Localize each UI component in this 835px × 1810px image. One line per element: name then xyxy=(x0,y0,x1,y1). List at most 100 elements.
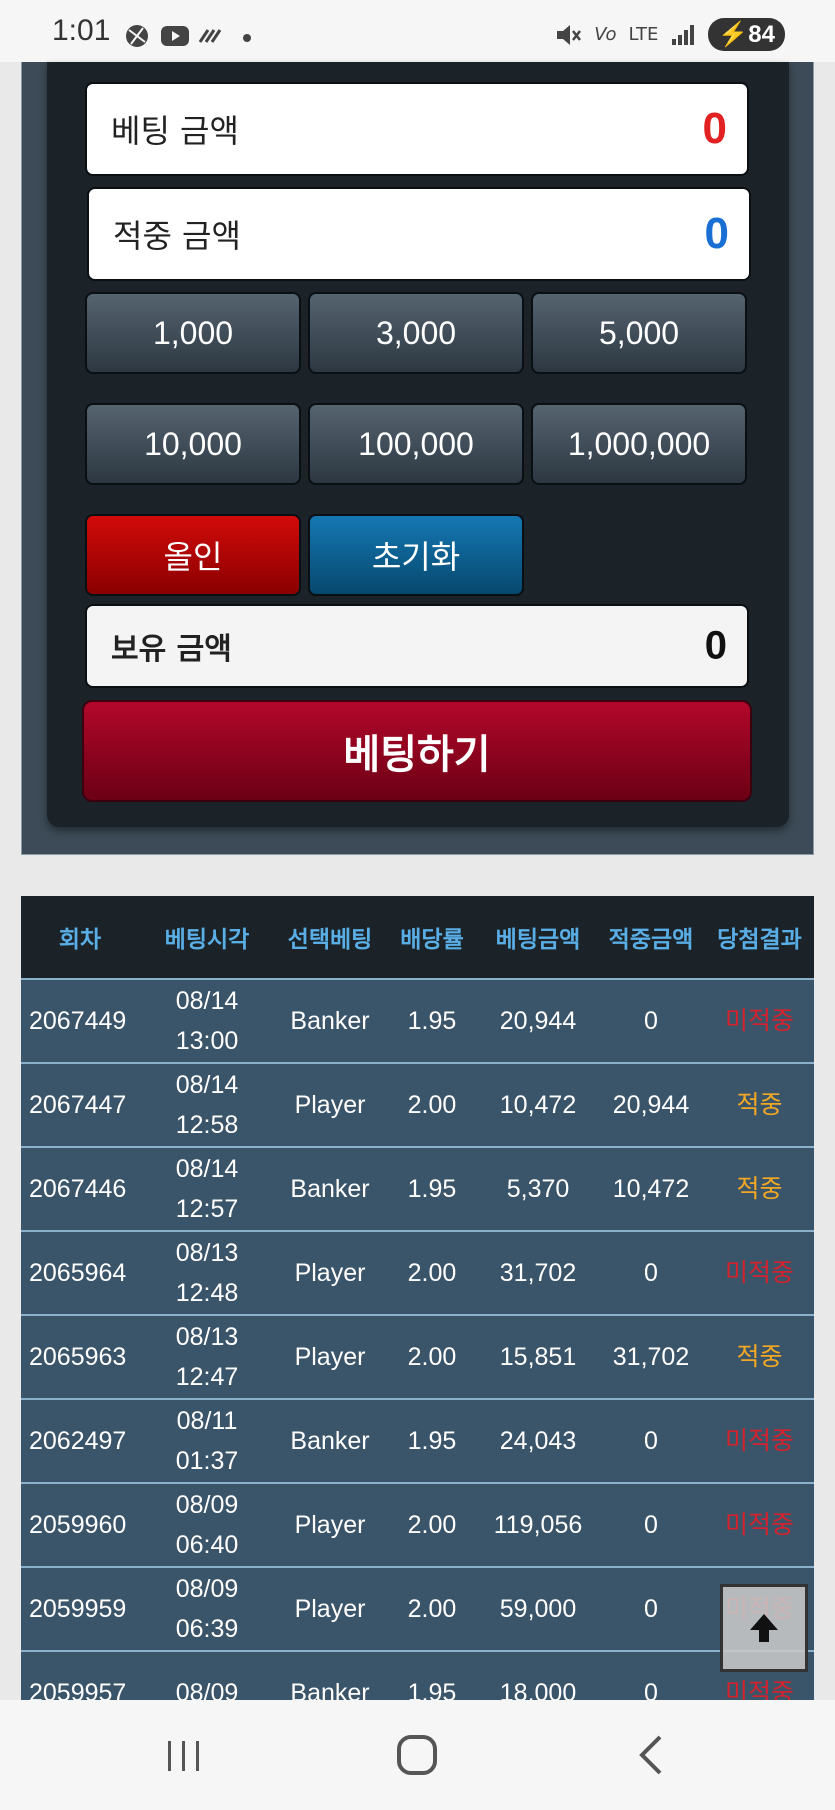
pick-cell: Player xyxy=(294,1091,366,1119)
result-cell: 미적중 xyxy=(724,1511,794,1539)
bet-time-cell: 08/09 06:40 xyxy=(139,1485,275,1565)
bet-history-table: 회차 베팅시각 선택베팅 배당률 베팅금액 적중금액 당첨결과 2067449 0… xyxy=(21,896,814,1734)
back-icon[interactable] xyxy=(622,1730,682,1780)
pick-cell: Banker xyxy=(290,1175,370,1203)
table-row: 2062497 08/11 01:37 Banker 1.95 24,043 0 미적중 xyxy=(21,1398,814,1482)
win-amount-cell: 0 xyxy=(644,1427,658,1455)
table-row: 2067449 08/14 13:00 Banker 1.95 20,944 0 미적중 xyxy=(21,978,814,1062)
bet-time-cell: 08/09 06:39 xyxy=(139,1569,275,1649)
battery-level: 84 xyxy=(748,21,775,48)
chip-button-1000[interactable]: 1,000 xyxy=(85,292,301,374)
ball-icon xyxy=(126,25,148,47)
bet-time: 13:00 xyxy=(175,1027,239,1055)
pick-cell: Player xyxy=(294,1343,366,1371)
pick-cell: Banker xyxy=(290,1007,370,1035)
bet-date: 08/14 xyxy=(175,1155,239,1183)
header-bet-amount: 베팅금액 xyxy=(495,927,581,953)
bet-amount-cell: 59,000 xyxy=(499,1595,577,1623)
bet-amount-cell: 10,472 xyxy=(499,1091,577,1119)
bet-time-cell: 08/14 12:58 xyxy=(139,1065,275,1145)
table-row: 2059960 08/09 06:40 Player 2.00 119,056 0 미적중 xyxy=(21,1482,814,1566)
bet-date: 08/11 xyxy=(176,1407,238,1435)
bet-date: 08/14 xyxy=(175,1071,239,1099)
home-icon[interactable] xyxy=(387,1730,447,1780)
bet-amount-cell: 5,370 xyxy=(506,1175,570,1203)
result-cell: 적중 xyxy=(736,1343,783,1371)
bet-time-cell: 08/14 13:00 xyxy=(139,981,275,1061)
odds-cell: 1.95 xyxy=(407,1007,457,1035)
result-cell: 미적중 xyxy=(724,1259,794,1287)
reset-button[interactable]: 초기화 xyxy=(308,514,524,596)
pick-cell: Player xyxy=(294,1259,366,1287)
pick-cell: Player xyxy=(294,1595,366,1623)
bet-time-cell: 08/13 12:47 xyxy=(139,1317,275,1397)
dot-icon xyxy=(243,34,251,42)
place-bet-button[interactable]: 베팅하기 xyxy=(82,700,752,802)
volte-icon: Vo xyxy=(594,24,617,45)
win-amount-value: 0 xyxy=(704,209,729,258)
result-cell: 적중 xyxy=(736,1091,783,1119)
betting-panel-frame: 베팅 금액 0 적중 금액 0 1,000 3,000 5,000 10,000… xyxy=(21,62,814,855)
bet-amount-value: 0 xyxy=(702,104,727,153)
navigation-bar xyxy=(0,1700,835,1810)
status-bar: 1:01 Vo LTE ⚡84 xyxy=(0,0,835,62)
chip-button-1000000[interactable]: 1,000,000 xyxy=(531,403,747,485)
arrow-up-icon xyxy=(750,1614,778,1642)
bet-time: 12:58 xyxy=(175,1111,239,1139)
youtube-icon xyxy=(161,26,189,46)
odds-cell: 1.95 xyxy=(407,1175,457,1203)
battery-indicator: ⚡84 xyxy=(708,18,785,51)
chip-button-3000[interactable]: 3,000 xyxy=(308,292,524,374)
round-cell: 2059960 xyxy=(29,1511,127,1539)
pick-cell: Player xyxy=(294,1511,366,1539)
win-amount-cell: 0 xyxy=(644,1007,658,1035)
win-amount-cell: 20,944 xyxy=(612,1091,690,1119)
scroll-top-button[interactable] xyxy=(720,1584,808,1672)
chip-button-10000[interactable]: 10,000 xyxy=(85,403,301,485)
bet-amount-field: 베팅 금액 0 xyxy=(85,82,749,176)
bet-time: 06:40 xyxy=(175,1531,239,1559)
bet-date: 08/14 xyxy=(175,987,239,1015)
header-odds: 배당률 xyxy=(400,927,464,953)
bet-amount-cell: 24,043 xyxy=(499,1427,577,1455)
bet-amount-cell: 31,702 xyxy=(499,1259,577,1287)
betting-panel: 베팅 금액 0 적중 금액 0 1,000 3,000 5,000 10,000… xyxy=(47,62,789,827)
allin-button[interactable]: 올인 xyxy=(85,514,301,596)
bet-amount-cell: 119,056 xyxy=(493,1511,583,1539)
result-cell: 적중 xyxy=(736,1175,783,1203)
win-amount-label: 적중 금액 xyxy=(113,217,241,255)
header-pick: 선택베팅 xyxy=(287,927,373,953)
bet-date: 08/13 xyxy=(175,1239,239,1267)
bet-time: 01:37 xyxy=(175,1447,239,1475)
result-cell: 미적중 xyxy=(724,1427,794,1455)
table-row: 2065963 08/13 12:47 Player 2.00 15,851 31,702 적… xyxy=(21,1314,814,1398)
table-row: 2065964 08/13 12:48 Player 2.00 31,702 0 미적중 xyxy=(21,1230,814,1314)
chip-button-5000[interactable]: 5,000 xyxy=(531,292,747,374)
cell-signal-icon xyxy=(672,24,695,45)
bet-amount-cell: 15,851 xyxy=(499,1343,577,1371)
round-cell: 2065964 xyxy=(29,1259,127,1287)
win-amount-field: 적중 금액 0 xyxy=(87,187,751,281)
win-amount-cell: 31,702 xyxy=(612,1343,690,1371)
bet-date: 08/09 xyxy=(175,1575,239,1603)
header-result: 당첨결과 xyxy=(717,927,802,953)
win-amount-cell: 0 xyxy=(644,1511,658,1539)
round-cell: 2062497 xyxy=(29,1427,127,1455)
recent-apps-icon[interactable] xyxy=(154,1730,214,1780)
round-cell: 2067446 xyxy=(29,1175,127,1203)
header-bet-time: 베팅시각 xyxy=(164,927,250,953)
balance-field: 보유 금액 0 xyxy=(85,604,749,688)
bet-date: 08/09 xyxy=(175,1491,239,1519)
bet-time-cell: 08/14 12:57 xyxy=(139,1149,275,1229)
balance-label: 보유 금액 xyxy=(111,632,232,667)
chip-button-100000[interactable]: 100,000 xyxy=(308,403,524,485)
bet-time: 12:47 xyxy=(175,1363,239,1391)
odds-cell: 1.95 xyxy=(407,1427,457,1455)
table-row: 2067447 08/14 12:58 Player 2.00 10,472 20,944 적… xyxy=(21,1062,814,1146)
win-amount-cell: 10,472 xyxy=(612,1175,690,1203)
odds-cell: 2.00 xyxy=(407,1595,457,1623)
odds-cell: 2.00 xyxy=(407,1091,457,1119)
odds-cell: 2.00 xyxy=(407,1259,457,1287)
status-icons: Vo LTE ⚡84 xyxy=(554,18,785,51)
lte-icon: LTE xyxy=(628,24,659,45)
